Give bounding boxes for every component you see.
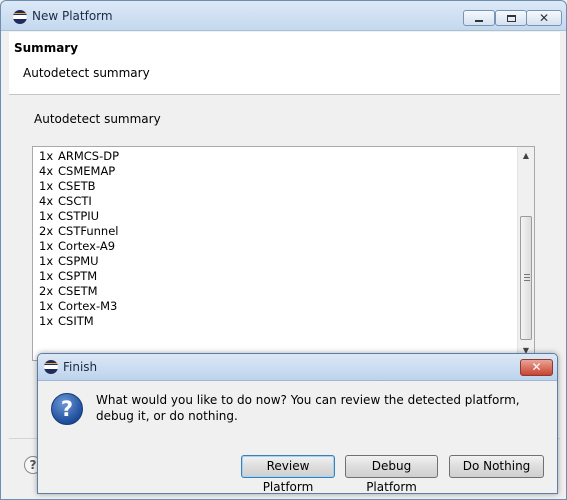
- scroll-thumb[interactable]: [520, 216, 532, 340]
- summary-list-items: 1x ARMCS-DP 4x CSMEMAP 1x CSETB 4x CSCTI 1x CSTPI…: [39, 149, 119, 329]
- item-count: 1x: [39, 179, 54, 193]
- item-count: 1x: [39, 149, 54, 163]
- minimize-button[interactable]: [463, 10, 495, 26]
- debug-platform-button[interactable]: Debug Platform: [345, 455, 438, 494]
- finish-dialog: Finish ✕ ? What would you like to do now…: [37, 353, 558, 494]
- grip-line: [524, 274, 530, 275]
- question-icon: ?: [51, 393, 83, 425]
- maximize-icon: [506, 14, 516, 22]
- summary-list[interactable]: 1x ARMCS-DP 4x CSMEMAP 1x CSETB 4x CSCTI 1x CSTPI…: [32, 146, 535, 361]
- item-name: ARMCS-DP: [58, 149, 120, 163]
- list-item: 1x CSITM: [39, 314, 119, 329]
- item-name: CSTPIU: [58, 209, 100, 223]
- dialog-title: Finish: [63, 360, 98, 374]
- close-icon: ✕: [538, 11, 550, 25]
- item-count: 1x: [39, 209, 54, 223]
- item-name: CSMEMAP: [58, 164, 116, 178]
- grip-line: [524, 280, 530, 281]
- item-name: CSPTM: [58, 269, 98, 283]
- grip-line: [524, 277, 530, 278]
- item-count: 1x: [39, 254, 54, 268]
- item-count: 4x: [39, 164, 54, 178]
- list-item: 1x CSETB: [39, 179, 119, 194]
- list-item: 1x ARMCS-DP: [39, 149, 119, 164]
- window-titlebar[interactable]: New Platform ✕: [1, 1, 566, 31]
- dialog-titlebar[interactable]: Finish ✕: [38, 354, 557, 381]
- list-item: 1x CSPMU: [39, 254, 119, 269]
- item-count: 1x: [39, 269, 54, 283]
- item-count: 2x: [39, 224, 54, 238]
- item-count: 2x: [39, 284, 54, 298]
- list-item: 1x CSTPIU: [39, 209, 119, 224]
- eclipse-icon: [13, 10, 27, 24]
- list-item: 2x CSETM: [39, 284, 119, 299]
- item-name: Cortex-A9: [58, 239, 116, 253]
- item-name: CSCTI: [58, 194, 92, 208]
- item-name: CSITM: [58, 314, 94, 328]
- list-item: 4x CSCTI: [39, 194, 119, 209]
- list-item: 1x CSPTM: [39, 269, 119, 284]
- dialog-close-button[interactable]: ✕: [520, 359, 553, 376]
- content-label: Autodetect summary: [34, 112, 161, 126]
- item-name: CSETB: [58, 179, 96, 193]
- item-count: 4x: [39, 194, 54, 208]
- item-count: 1x: [39, 299, 54, 313]
- close-button[interactable]: ✕: [526, 10, 562, 26]
- vertical-scrollbar[interactable]: ▲ ▼: [517, 147, 534, 360]
- do-nothing-button[interactable]: Do Nothing: [449, 455, 544, 478]
- list-item: 1x Cortex-A9: [39, 239, 119, 254]
- eclipse-icon: [44, 360, 58, 374]
- list-item: 4x CSMEMAP: [39, 164, 119, 179]
- review-platform-button[interactable]: Review Platform: [241, 455, 335, 494]
- item-name: CSPMU: [58, 254, 99, 268]
- item-name: Cortex-M3: [58, 299, 118, 313]
- wizard-title: Summary: [14, 41, 79, 55]
- maximize-button[interactable]: [495, 10, 527, 26]
- wizard-description: Autodetect summary: [23, 66, 150, 80]
- window-title: New Platform: [32, 9, 113, 23]
- close-icon: ✕: [531, 360, 542, 374]
- list-item: 2x CSTFunnel: [39, 224, 119, 239]
- scroll-up-icon[interactable]: ▲: [518, 148, 534, 164]
- minimize-icon: [475, 19, 483, 22]
- wizard-header: Summary Autodetect summary: [9, 32, 560, 95]
- list-item: 1x Cortex-M3: [39, 299, 119, 314]
- item-count: 1x: [39, 239, 54, 253]
- item-name: CSTFunnel: [58, 224, 119, 238]
- item-count: 1x: [39, 314, 54, 328]
- item-name: CSETM: [58, 284, 98, 298]
- dialog-message: What would you like to do now? You can r…: [96, 393, 520, 423]
